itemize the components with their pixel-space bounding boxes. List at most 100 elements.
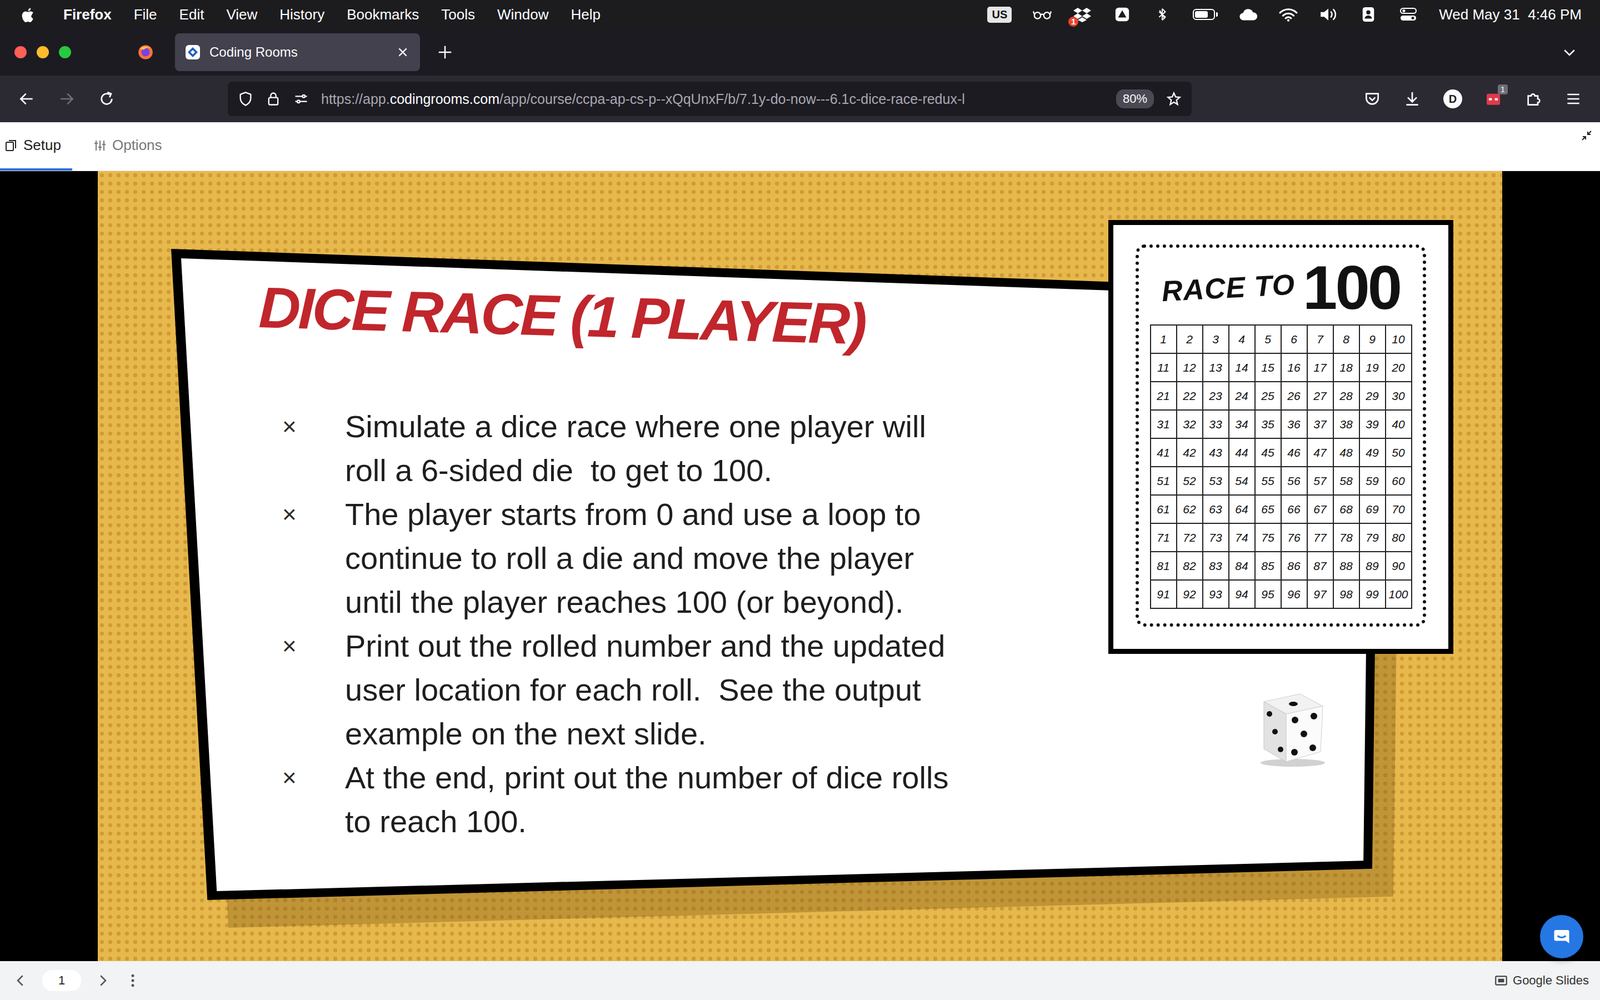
- grid-cell: 21: [1151, 382, 1178, 411]
- input-source[interactable]: US: [987, 6, 1012, 23]
- minimize-button[interactable]: [36, 46, 49, 59]
- grid-cell: 41: [1151, 438, 1178, 468]
- grid-cell: 99: [1360, 580, 1387, 609]
- back-arrow-icon[interactable]: [17, 90, 36, 108]
- previous-slide-icon[interactable]: [12, 972, 29, 989]
- clock[interactable]: Wed May 31 4:46 PM: [1438, 6, 1582, 24]
- account-avatar[interactable]: D: [1443, 89, 1463, 109]
- forward-arrow-icon[interactable]: [57, 90, 76, 108]
- next-slide-icon[interactable]: [94, 972, 112, 989]
- dropbox-status[interactable]: 1: [1072, 6, 1092, 23]
- volume-icon[interactable]: [1318, 6, 1338, 23]
- browser-tab[interactable]: Coding Rooms: [175, 33, 420, 72]
- firefox-view-icon[interactable]: [136, 43, 155, 62]
- grid-cell: 19: [1360, 353, 1387, 383]
- menu-item[interactable]: Edit: [179, 6, 205, 24]
- zoom-level[interactable]: 80%: [1116, 89, 1154, 109]
- grid-cell: 37: [1307, 410, 1334, 439]
- grid-cell: 88: [1333, 552, 1360, 581]
- collapse-icon[interactable]: [1580, 128, 1594, 143]
- battery-icon[interactable]: [1192, 8, 1218, 20]
- pocket-icon[interactable]: [1363, 90, 1382, 108]
- grid-cell: 4: [1229, 325, 1256, 354]
- grid-cell: 38: [1333, 410, 1360, 439]
- slide-stage: DICE RACE (1 PLAYER)×Simulate a dice rac…: [0, 171, 1600, 962]
- toolbar-tab[interactable]: Options: [88, 122, 174, 171]
- grid-cell: 42: [1177, 438, 1204, 468]
- grid-cell: 53: [1203, 467, 1230, 496]
- grid-cell: 86: [1281, 552, 1308, 581]
- status-area: US 1 Wed May 31 4:46 PM: [987, 6, 1582, 24]
- new-tab-icon[interactable]: [436, 43, 454, 61]
- bullet-line: to reach 100.: [345, 799, 949, 844]
- address-bar[interactable]: https://app.codingrooms.com/app/course/c…: [227, 81, 1192, 117]
- worksheet-number: 100: [1302, 256, 1400, 319]
- grid-cell: 39: [1360, 410, 1387, 439]
- apple-icon[interactable]: [20, 5, 37, 24]
- grid-cell: 50: [1386, 438, 1413, 468]
- grid-cell: 79: [1360, 523, 1387, 553]
- grid-cell: 27: [1307, 382, 1334, 411]
- weather-cloud-icon[interactable]: [1238, 6, 1258, 23]
- grid-cell: 33: [1203, 410, 1230, 439]
- menu-item[interactable]: View: [226, 6, 258, 24]
- menu-item[interactable]: File: [133, 6, 158, 24]
- bullet-text: The player starts from 0 and use a loop …: [345, 492, 922, 624]
- grid-cell: 36: [1281, 410, 1308, 439]
- grid-cell: 44: [1229, 438, 1256, 468]
- grid-cell: 64: [1229, 495, 1256, 524]
- app-menu[interactable]: Firefox: [63, 6, 112, 24]
- bluetooth-off-icon[interactable]: [1152, 6, 1172, 23]
- google-slides-link[interactable]: Google Slides: [1493, 973, 1589, 988]
- grid-cell: 40: [1386, 410, 1413, 439]
- bookmark-star-icon[interactable]: [1166, 91, 1182, 107]
- grid-cell: 75: [1255, 523, 1282, 553]
- shield-icon[interactable]: [237, 91, 254, 107]
- coding-rooms-icon: [185, 44, 201, 60]
- bullet-line: roll a 6-sided die to get to 100.: [345, 448, 927, 493]
- close-button[interactable]: [14, 46, 27, 59]
- puzzle-icon[interactable]: [1524, 90, 1543, 108]
- bullet-line: example on the next slide.: [345, 711, 945, 756]
- download-icon[interactable]: [1403, 90, 1422, 108]
- grid-cell: 87: [1307, 552, 1334, 581]
- zoom-button[interactable]: [58, 46, 72, 59]
- menu-item[interactable]: Help: [570, 6, 600, 24]
- bullet-list: ×Simulate a dice race where one player w…: [276, 404, 949, 844]
- bullet-marker: ×: [276, 755, 345, 800]
- url-path: /app/course/ccpa-ap-cs-p--xQqUnxF/b/7.1y…: [499, 91, 965, 107]
- close-tab-icon[interactable]: [396, 46, 409, 59]
- grid-cell: 49: [1360, 438, 1387, 468]
- grid-cell: 23: [1203, 382, 1230, 411]
- menu-bar: Firefox File Edit View History Bookmarks Tools…: [0, 0, 1600, 29]
- grid-cell: 13: [1203, 353, 1230, 383]
- bullet-item: ×At the end, print out the number of dic…: [276, 755, 949, 844]
- user-icon[interactable]: [1358, 6, 1378, 23]
- bullet-item: ×Simulate a dice race where one player w…: [276, 404, 949, 493]
- menu-item[interactable]: History: [279, 6, 325, 24]
- wifi-icon[interactable]: [1278, 6, 1298, 23]
- chat-button[interactable]: [1540, 915, 1584, 959]
- menu-item[interactable]: Window: [497, 6, 549, 24]
- menu-item[interactable]: Bookmarks: [346, 6, 419, 24]
- tab-strip: Coding Rooms: [0, 28, 1600, 76]
- menu-item[interactable]: Tools: [441, 6, 475, 24]
- control-center-icon[interactable]: [1398, 6, 1418, 23]
- grid-cell: 70: [1386, 495, 1413, 524]
- sliders-icon: [93, 138, 107, 153]
- grid-cell: 1: [1151, 325, 1178, 354]
- reload-icon[interactable]: [97, 90, 116, 108]
- lock-icon[interactable]: [265, 91, 282, 107]
- grid-cell: 18: [1333, 353, 1360, 383]
- hamburger-menu-icon[interactable]: [1564, 90, 1583, 108]
- more-options-icon[interactable]: [124, 972, 142, 989]
- glasses-icon[interactable]: [1032, 6, 1052, 23]
- toolbar-tab[interactable]: Setup: [0, 122, 73, 171]
- drive-icon[interactable]: [1112, 6, 1132, 23]
- grid-cell: 100: [1386, 580, 1413, 609]
- extension-button[interactable]: 1: [1484, 90, 1503, 108]
- permissions-icon[interactable]: [293, 91, 309, 107]
- page-number[interactable]: 1: [42, 970, 82, 992]
- list-all-tabs-icon[interactable]: [1561, 43, 1578, 61]
- menu-bar-left: Firefox File Edit View History Bookmarks Tools…: [20, 5, 601, 24]
